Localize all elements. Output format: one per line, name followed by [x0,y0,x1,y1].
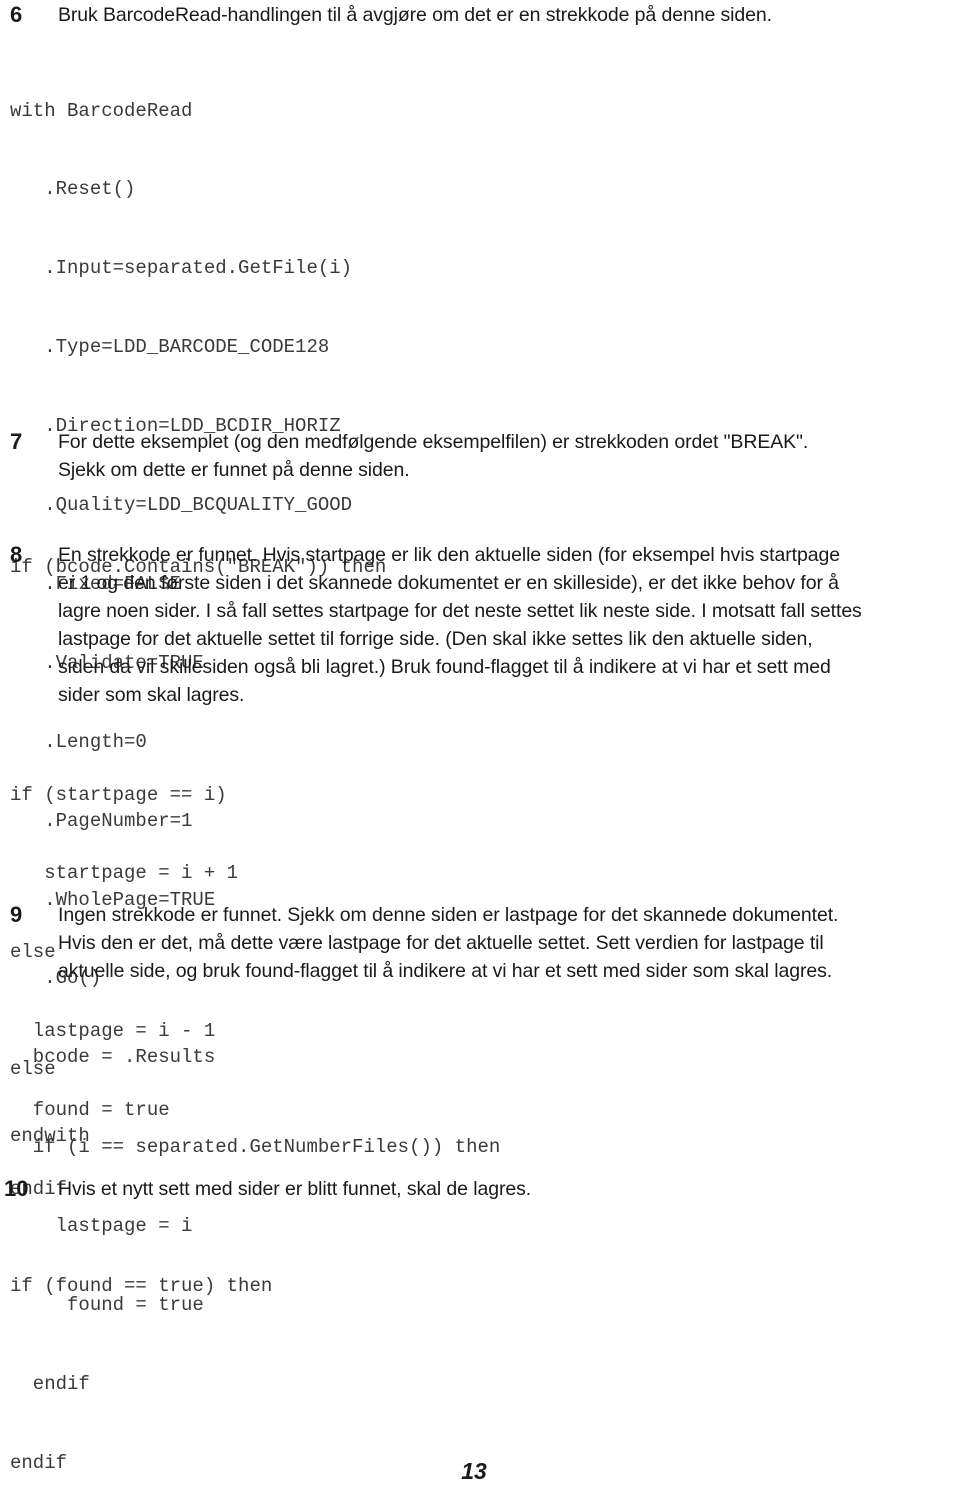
code-block-found: if (found == true) then [10,1220,272,1325]
text-line: En strekkode er funnet. Hvis startpage e… [58,544,840,566]
text-line: Hvis et nytt sett med sider er blitt fun… [58,1178,532,1200]
text-line: For dette eksemplet (og den medfølgende … [58,431,809,453]
step-text: Ingen strekkode er funnet. Sjekk om denn… [58,901,960,985]
text-line: Bruk BarcodeRead-handlingen til å avgjør… [58,4,772,26]
code-line: else [10,1057,56,1080]
step-text: En strekkode er funnet. Hvis startpage e… [58,541,960,709]
code-line: .Input=separated.GetFile(i) [10,257,353,280]
text-line: Sjekk om dette er funnet på denne siden. [58,459,410,481]
code-line: with BarcodeRead [10,99,193,122]
step-number: 8 [10,542,23,567]
text-line: er 1 og den første siden i det skannede … [58,572,839,594]
step-text: Bruk BarcodeRead-handlingen til å avgjør… [58,1,960,29]
step-number: 7 [10,429,23,454]
code-line: if (startpage == i) [10,783,227,806]
code-line: endif [10,1373,90,1396]
code-line: if (found == true) then [10,1274,273,1297]
page-number: 13 [461,1458,487,1484]
text-line: aktuelle side, og bruk found-flagget til… [58,960,833,982]
step-text: Hvis et nytt sett med sider er blitt fun… [58,1175,960,1203]
code-line: .Type=LDD_BARCODE_CODE128 [10,336,330,359]
step-text: For dette eksemplet (og den medfølgende … [58,428,960,484]
step-number: 9 [10,902,23,927]
step-number: 6 [10,2,23,27]
text-line: Hvis den er det, må dette være lastpage … [58,932,824,954]
text-line: lagre noen sider. I så fall settes start… [58,600,862,622]
text-line: lastpage for det aktuelle settet til for… [58,628,813,650]
code-line: .Reset() [10,178,136,201]
text-line: sider som skal lagres. [58,684,245,706]
step-number: 10 [4,1176,29,1201]
code-line: if (i == separated.GetNumberFiles()) the… [10,1136,501,1159]
code-line: startpage = i + 1 [10,862,239,885]
text-line: Ingen strekkode er funnet. Sjekk om denn… [58,904,839,926]
text-line: siden da vil skillesiden også bli lagret… [58,656,831,678]
